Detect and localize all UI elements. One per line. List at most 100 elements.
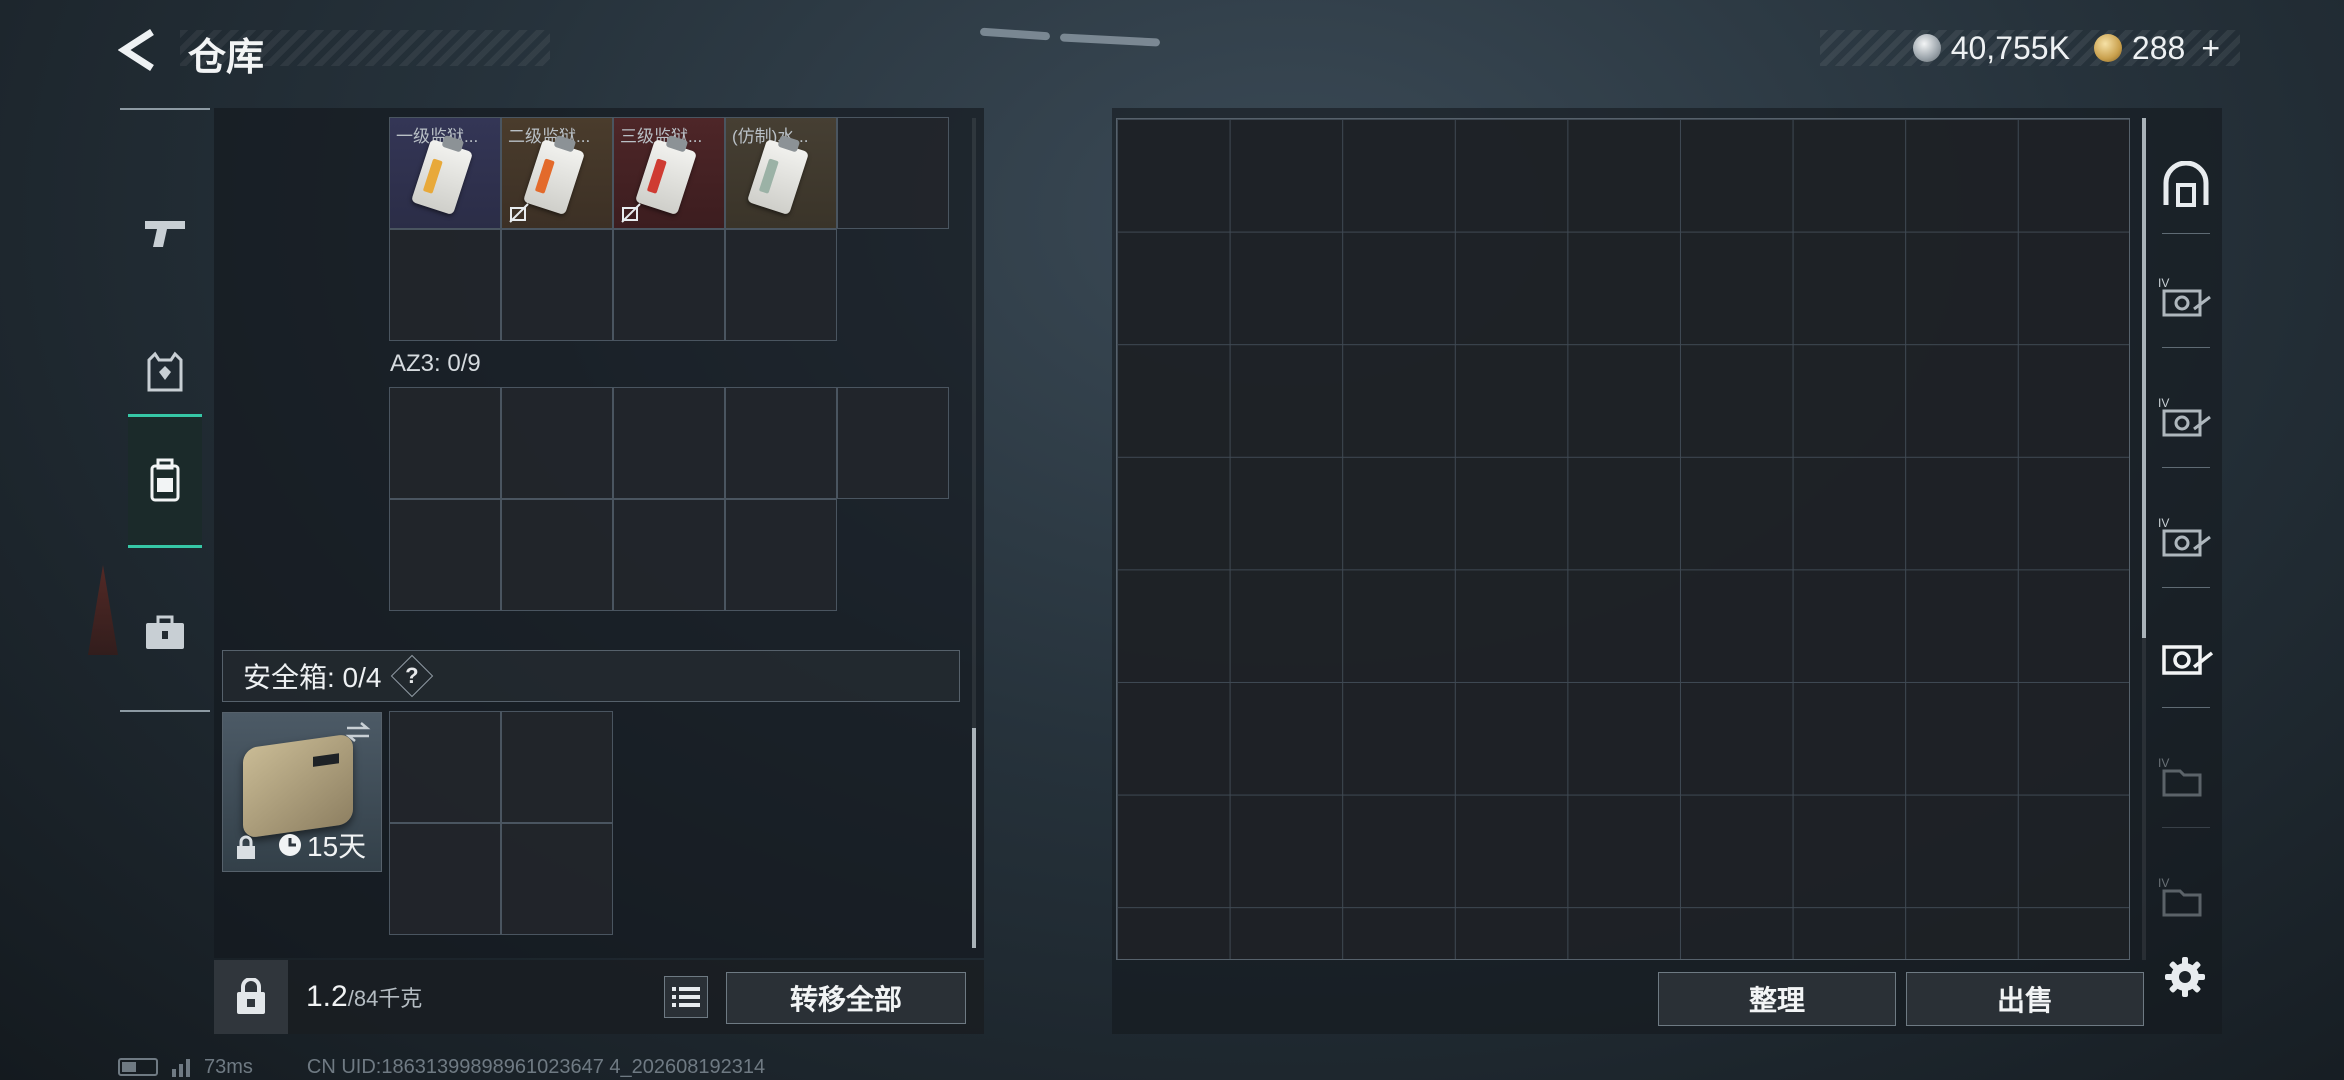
- svg-text:IV: IV: [2158, 516, 2169, 530]
- keycard-icon: [634, 134, 698, 216]
- svg-text:IV: IV: [2158, 396, 2169, 410]
- traffic-cone: [88, 565, 118, 655]
- stash-iv-case-icon: IV: [2158, 396, 2211, 437]
- backpack-scrollbar[interactable]: [972, 118, 976, 948]
- keycard-slot[interactable]: 二级监狱...: [501, 117, 613, 229]
- list-icon: [672, 987, 700, 1007]
- grid-slot[interactable]: [725, 229, 837, 341]
- safe-box-icon: [243, 733, 353, 839]
- stash-tab-folder-2[interactable]: IV: [2154, 848, 2218, 948]
- stash-tab-case-4[interactable]: [2154, 608, 2218, 708]
- stash-case-icon: [2162, 645, 2214, 675]
- keycard-icon: [746, 134, 810, 216]
- scroll-thumb[interactable]: [2142, 118, 2146, 638]
- rail-divider: [120, 710, 210, 712]
- add-gold-button[interactable]: +: [2201, 30, 2220, 67]
- grid-slot[interactable]: [389, 387, 501, 499]
- sort-button[interactable]: 整理: [1658, 972, 1896, 1026]
- grid-slot[interactable]: [837, 387, 949, 499]
- timer-text: 15天: [307, 831, 367, 862]
- keycard-icon: [410, 134, 474, 216]
- grid-slot[interactable]: [501, 711, 613, 823]
- stash-grid[interactable]: [1116, 118, 2130, 960]
- grid-slot[interactable]: [613, 499, 725, 611]
- rail-item-weapons[interactable]: [128, 168, 202, 298]
- grid-slot[interactable]: [725, 499, 837, 611]
- weight-lock-button[interactable]: [214, 960, 288, 1034]
- swap-icon[interactable]: [343, 719, 373, 745]
- rail-item-case[interactable]: [128, 568, 202, 698]
- rental-timer: 15天: [277, 825, 366, 865]
- currency-bar: 40,755K 288 +: [1820, 30, 2240, 66]
- signal-icon: [172, 1057, 190, 1077]
- help-mark: ?: [405, 662, 420, 688]
- carry-weight: 1.2/84千克: [306, 980, 422, 1014]
- stash-tabs: IV IV IV IV IV: [2150, 118, 2222, 958]
- silver-coin-icon: [1912, 34, 1941, 62]
- silver-balance: 40,755K: [1950, 29, 2070, 66]
- svg-text:IV: IV: [2158, 876, 2169, 890]
- grid-slot[interactable]: [389, 499, 501, 611]
- safe-box-item[interactable]: 15天: [222, 712, 382, 872]
- stash-tab-folder-1[interactable]: IV: [2154, 728, 2218, 828]
- grid-slot[interactable]: [501, 823, 613, 935]
- status-bar: 73ms CN UID:18631399898961023647 4_20260…: [118, 1054, 765, 1080]
- grid-slot[interactable]: [837, 117, 949, 229]
- stash-tab-case-1[interactable]: IV: [2154, 248, 2218, 348]
- pistol-icon: [145, 221, 185, 247]
- grid-slot[interactable]: [389, 823, 501, 935]
- scroll-thumb[interactable]: [972, 728, 976, 948]
- stash-tab-case-2[interactable]: IV: [2154, 368, 2218, 468]
- weight-current: 1.2: [306, 980, 348, 1013]
- stash-tab-main[interactable]: [2154, 134, 2218, 234]
- no-trade-icon: [509, 203, 529, 223]
- grid-slot[interactable]: [725, 387, 837, 499]
- stash-tab-case-3[interactable]: IV: [2154, 488, 2218, 588]
- weight-lock-icon: [237, 978, 265, 1014]
- keycard-slot[interactable]: (仿制)水...: [725, 117, 837, 229]
- stash-scrollbar[interactable]: [2142, 118, 2146, 960]
- top-bar: 仓库 40,755K 288 +: [0, 0, 2344, 100]
- gold-balance: 288: [2131, 29, 2186, 66]
- help-button[interactable]: ?: [391, 654, 434, 698]
- az3-capacity-label: AZ3: 0/9: [390, 350, 481, 377]
- grid-slot[interactable]: [501, 229, 613, 341]
- rail-divider: [120, 108, 210, 110]
- rail-item-backpack[interactable]: [128, 414, 202, 548]
- list-view-button[interactable]: [664, 976, 708, 1018]
- backpack-icon: [150, 458, 180, 502]
- grid-slot[interactable]: [613, 387, 725, 499]
- transfer-all-button[interactable]: 转移全部: [726, 972, 966, 1024]
- grid-slot[interactable]: [501, 499, 613, 611]
- no-trade-icon: [621, 203, 641, 223]
- stash-iv-case-icon: IV: [2158, 516, 2211, 557]
- az3-grid: [389, 387, 950, 612]
- grid-slot[interactable]: [389, 711, 501, 823]
- briefcase-icon: [146, 615, 184, 649]
- svg-text:IV: IV: [2158, 756, 2169, 770]
- category-rail: [120, 108, 210, 713]
- sell-button[interactable]: 出售: [1906, 972, 2144, 1026]
- stash-iv-folder-icon: IV: [2158, 876, 2202, 917]
- keycard-slot[interactable]: 一级监狱...: [389, 117, 501, 229]
- grid-slot[interactable]: [389, 229, 501, 341]
- stash-settings-button[interactable]: [2162, 954, 2208, 1000]
- back-arrow-icon: [118, 29, 154, 71]
- grid-void: [837, 499, 949, 611]
- weight-max: /84千克: [347, 986, 423, 1011]
- backpack-footer: 1.2/84千克 转移全部: [214, 960, 984, 1034]
- rig-grid: 一级监狱... 二级监狱... 三级监狱... (仿制)水...: [389, 117, 950, 342]
- battery-icon: [118, 1058, 158, 1076]
- back-button[interactable]: [112, 24, 164, 76]
- grid-slot[interactable]: [501, 387, 613, 499]
- safe-box-capacity: 安全箱: 0/4: [243, 662, 382, 693]
- grid-slot[interactable]: [613, 229, 725, 341]
- keycard-slot[interactable]: 三级监狱...: [613, 117, 725, 229]
- clock-icon: [279, 834, 301, 856]
- ping-text: 73ms: [204, 1055, 253, 1078]
- page-title: 仓库: [188, 37, 265, 79]
- armor-icon: [147, 351, 183, 392]
- gold-coin-icon: [2093, 34, 2122, 62]
- stash-main-icon: [2163, 161, 2209, 207]
- uid-text: CN UID:18631399898961023647 4_2026081923…: [306, 1055, 766, 1078]
